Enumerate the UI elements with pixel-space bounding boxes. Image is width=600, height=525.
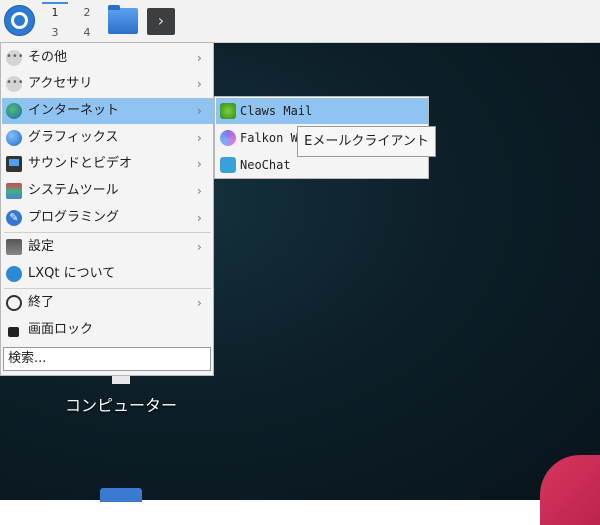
- computer-desktop-icon[interactable]: [112, 376, 130, 384]
- desktop-pager: 1 2 3 4: [42, 2, 104, 40]
- search-input[interactable]: 検索...: [3, 347, 211, 371]
- menu-separator: [4, 288, 211, 289]
- taskbar: 1 2 3 4 ›: [0, 0, 600, 43]
- submenu-item-claws-mail[interactable]: Claws Mail: [216, 98, 428, 124]
- desktop-3-button[interactable]: 3: [42, 24, 68, 42]
- video-icon: [6, 156, 22, 172]
- menu-item-system-tools[interactable]: システムツール ›: [2, 178, 213, 204]
- graphics-icon: [6, 130, 22, 146]
- file-manager-icon[interactable]: [108, 5, 138, 34]
- menu-item-lock-screen[interactable]: 画面ロック: [2, 317, 213, 343]
- power-icon: [6, 295, 22, 311]
- menu-item-label: 設定: [28, 239, 55, 254]
- menu-item-about-lxqt[interactable]: LXQt について: [2, 261, 213, 287]
- lock-icon: [8, 327, 19, 337]
- chevron-right-icon: ›: [197, 240, 202, 254]
- submenu-item-label: Falkon We: [240, 131, 306, 145]
- menu-item-label: インターネット: [28, 103, 120, 118]
- menu-item-programming[interactable]: ✎ プログラミング ›: [2, 205, 213, 231]
- submenu-item-label: NeoChat: [240, 158, 291, 172]
- menu-item-graphics[interactable]: グラフィックス ›: [2, 125, 213, 151]
- system-tools-icon: [6, 183, 22, 199]
- desktop-4-button[interactable]: 4: [74, 24, 100, 42]
- menu-item-label: その他: [28, 50, 68, 65]
- menu-item-label: アクセサリ: [28, 76, 93, 91]
- chevron-right-icon: ›: [197, 51, 202, 65]
- menu-separator: [4, 232, 211, 233]
- lxqt-icon: [6, 266, 22, 282]
- menu-item-shutdown[interactable]: 終了 ›: [2, 290, 213, 316]
- start-menu-button[interactable]: [4, 5, 35, 36]
- falkon-icon: [220, 130, 236, 146]
- menu-item-label: システムツール: [28, 183, 119, 198]
- menu-item-internet[interactable]: インターネット ›: [2, 98, 213, 124]
- settings-icon: [6, 239, 22, 255]
- chevron-right-icon: ›: [197, 77, 202, 91]
- chevron-right-icon: ›: [197, 211, 202, 225]
- chevron-right-icon: ›: [197, 157, 202, 171]
- menu-item-label: サウンドとビデオ: [28, 156, 133, 171]
- desktop-1-button[interactable]: 1: [42, 2, 68, 22]
- menu-item-settings[interactable]: 設定 ›: [2, 234, 213, 260]
- tooltip: Eメールクライアント: [297, 126, 436, 157]
- globe-icon: [6, 103, 22, 119]
- chevron-right-icon: ›: [197, 104, 202, 118]
- menu-item-accessories[interactable]: ••• アクセサリ ›: [2, 71, 213, 97]
- dots-icon: •••: [6, 76, 24, 92]
- menu-item-label: 画面ロック: [28, 322, 94, 337]
- desktop-2-button[interactable]: 2: [74, 4, 100, 22]
- chevron-right-icon: ›: [197, 296, 202, 310]
- submenu-item-label: Claws Mail: [240, 104, 313, 118]
- menu-item-other[interactable]: ••• その他 ›: [2, 45, 213, 71]
- menu-item-label: プログラミング: [28, 210, 120, 225]
- neochat-icon: [220, 157, 236, 173]
- menu-item-label: LXQt について: [28, 266, 116, 281]
- chevron-right-icon: ›: [197, 184, 202, 198]
- lxqt-logo-icon: [11, 12, 28, 29]
- computer-desktop-label[interactable]: コンピューター: [58, 392, 184, 416]
- menu-item-label: グラフィックス: [28, 130, 119, 145]
- menu-item-label: 終了: [28, 295, 55, 310]
- claws-mail-icon: [220, 103, 236, 119]
- chevron-right-icon: ›: [197, 131, 202, 145]
- dots-icon: •••: [6, 50, 24, 66]
- menu-item-sound-video[interactable]: サウンドとビデオ ›: [2, 151, 213, 177]
- application-menu: ••• その他 › ••• アクセサリ › インターネット › グラフィックス …: [0, 42, 214, 376]
- terminal-icon[interactable]: ›: [147, 8, 175, 35]
- wrench-icon: ✎: [6, 210, 22, 226]
